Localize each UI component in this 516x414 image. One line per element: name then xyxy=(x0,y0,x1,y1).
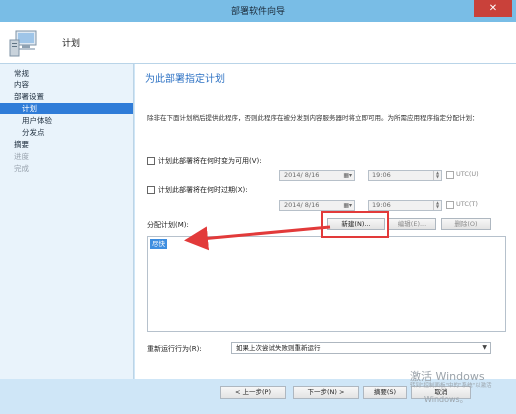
sidebar-item-content[interactable]: 内容 xyxy=(0,79,133,90)
expire-label: 计划此部署将在何时过期(X): xyxy=(158,186,248,194)
available-date-input[interactable]: 2014/ 8/16 ▦▾ xyxy=(279,170,355,181)
sidebar-item-general[interactable]: 常规 xyxy=(0,68,133,79)
expire-checkbox[interactable] xyxy=(147,186,155,194)
expire-date-input[interactable]: 2014/ 8/16 ▦▾ xyxy=(279,200,355,211)
calendar-dropdown-icon[interactable]: ▦▾ xyxy=(343,201,352,210)
chevron-down-icon: ▼ xyxy=(482,344,487,351)
time-spinner[interactable]: ▲ ▼ xyxy=(433,201,441,210)
close-icon: ✕ xyxy=(488,3,498,14)
title-bar[interactable]: 部署软件向导 ✕ xyxy=(0,0,516,22)
available-label: 计划此部署将在何时变为可用(V): xyxy=(158,157,262,165)
rerun-select[interactable]: 如果上次尝试失败则重新运行 ▼ xyxy=(231,342,491,354)
schedule-list[interactable]: 尽快 xyxy=(147,236,506,332)
activation-watermark-sub: 转到"控制面板"中的"系统"以激活 xyxy=(410,383,492,389)
previous-button[interactable]: < 上一步(P) xyxy=(220,386,286,399)
available-utc-label: UTC(U) xyxy=(456,170,479,178)
sidebar-item-schedule[interactable]: 计划 xyxy=(0,103,133,114)
close-button[interactable]: ✕ xyxy=(474,0,512,17)
schedule-list-label: 分配计划(M): xyxy=(147,221,189,229)
sidebar-item-completion: 完成 xyxy=(14,164,29,173)
sidebar-item-deployment-settings[interactable]: 部署设置 xyxy=(0,91,133,102)
sidebar-item-progress: 进度 xyxy=(14,152,29,161)
header-title: 计划 xyxy=(62,39,81,49)
next-button[interactable]: 下一步(N) > xyxy=(293,386,359,399)
expire-time-input[interactable]: 19:06 ▲ ▼ xyxy=(368,200,442,211)
activation-watermark: 激活 Windows xyxy=(410,370,485,383)
page-description: 除非在下面计划稍后提供此程序，否则此程序在被分发到内容服务器时将立即可用。为所需… xyxy=(147,114,479,122)
expire-utc-label: UTC(T) xyxy=(456,200,478,208)
wizard-header: 计划 xyxy=(0,22,516,64)
available-time-input[interactable]: 19:06 ▲ ▼ xyxy=(368,170,442,181)
available-utc-checkbox[interactable] xyxy=(446,171,454,179)
sidebar-item-summary[interactable]: 摘要 xyxy=(0,139,133,150)
activation-watermark-sub2: Windows。 xyxy=(424,395,468,404)
wizard-sidebar: 常规 内容 部署设置 计划 用户体验 分发点 摘要 进度 完成 xyxy=(0,64,134,379)
sidebar-item-distribution-points[interactable]: 分发点 xyxy=(0,127,133,138)
time-spinner[interactable]: ▲ ▼ xyxy=(433,171,441,180)
sidebar-item-user-experience[interactable]: 用户体验 xyxy=(0,115,133,126)
delete-schedule-button[interactable]: 删除(O) xyxy=(441,218,491,230)
calendar-dropdown-icon[interactable]: ▦▾ xyxy=(343,171,352,180)
window-title: 部署软件向导 xyxy=(230,7,285,17)
page-title: 为此部署指定计划 xyxy=(145,74,225,85)
rerun-label: 重新运行行为(R): xyxy=(147,345,202,353)
schedule-list-item[interactable]: 尽快 xyxy=(150,239,167,249)
edit-schedule-button[interactable]: 编辑(E)... xyxy=(388,218,436,230)
available-checkbox[interactable] xyxy=(147,157,155,165)
new-button-highlight xyxy=(321,211,389,238)
summary-button[interactable]: 摘要(S) xyxy=(363,386,407,399)
wizard-window: 部署软件向导 ✕ 计划 常规 内容 部署设置 计划 用户体验 分发点 摘要 进度… xyxy=(0,0,516,414)
computer-icon xyxy=(9,30,37,57)
expire-utc-checkbox[interactable] xyxy=(446,201,454,209)
